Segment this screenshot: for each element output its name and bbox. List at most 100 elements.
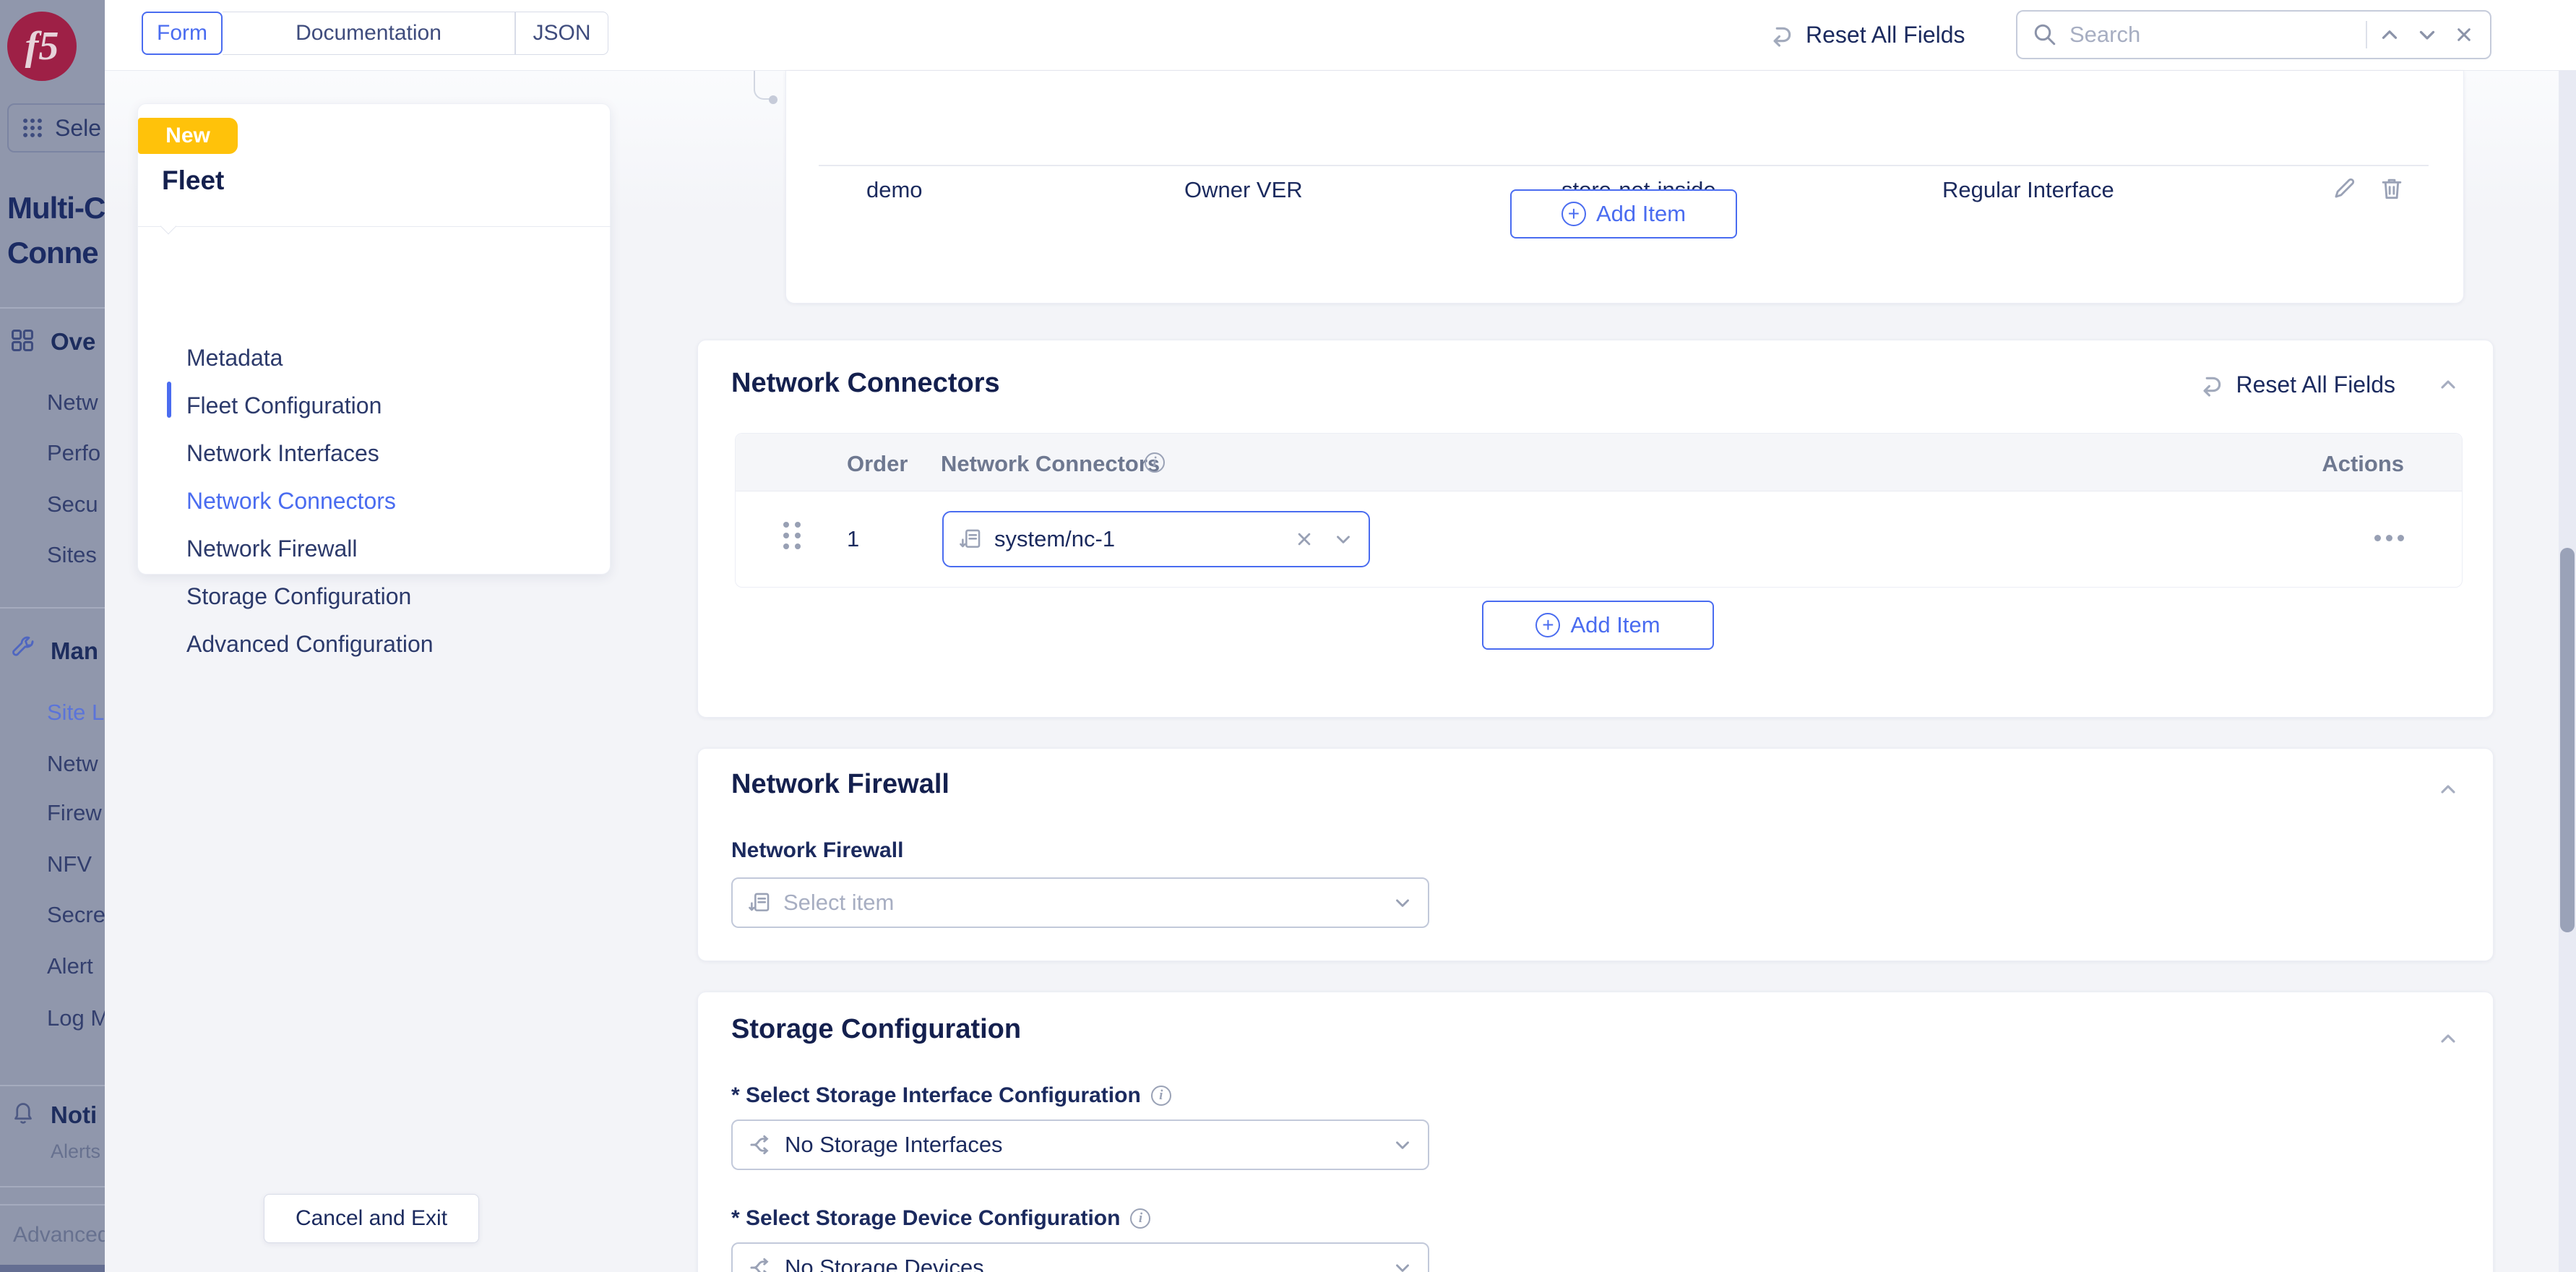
tab-documentation[interactable]: Documentation	[223, 12, 515, 55]
add-item-label: Add Item	[1570, 612, 1660, 637]
sidebar-item-site-list[interactable]: Site L	[47, 700, 104, 726]
column-header-network-connectors: Network Connectors	[941, 451, 1160, 476]
column-header-actions: Actions	[2322, 451, 2404, 476]
clear-icon[interactable]	[1293, 528, 1315, 550]
add-item-button[interactable]: + Add Item	[1510, 189, 1737, 239]
grid-icon	[20, 116, 45, 140]
shuffle-icon	[747, 1132, 773, 1158]
reference-icon	[958, 527, 983, 551]
fleet-nav-storage-configuration[interactable]: Storage Configuration	[186, 583, 411, 610]
storage-device-label-row: * Select Storage Device Configuration i	[731, 1206, 1151, 1231]
tree-connector-dot	[769, 95, 777, 104]
section-reset-label: Reset All Fields	[2236, 371, 2395, 398]
sidebar-item-networking[interactable]: Netw	[47, 390, 98, 416]
notifications-subtitle: Alerts	[51, 1140, 101, 1162]
fleet-nav-advanced-configuration[interactable]: Advanced Configuration	[186, 631, 434, 658]
new-badge: New	[138, 118, 238, 154]
add-item-button[interactable]: + Add Item	[1482, 601, 1714, 650]
fleet-panel-notch	[160, 218, 177, 235]
sidebar-section-overview[interactable]: Ove	[51, 328, 95, 356]
table-row: 1 system/nc-1	[736, 491, 2462, 587]
sidebar-section-notifications[interactable]: Noti	[51, 1101, 97, 1129]
tab-form[interactable]: Form	[142, 12, 223, 55]
chevron-down-icon[interactable]	[1332, 528, 1354, 550]
order-cell: 1	[847, 526, 860, 551]
chevron-down-icon[interactable]	[2415, 22, 2439, 47]
close-icon[interactable]	[2452, 23, 2476, 46]
reset-all-fields-button[interactable]: Reset All Fields	[1767, 21, 1965, 48]
sidebar-divider	[0, 1186, 105, 1187]
sidebar-divider	[0, 1204, 105, 1206]
interface-owner-cell: Owner VER	[1184, 177, 1303, 202]
select-value: No Storage Devices	[785, 1255, 984, 1272]
table-header-row: Order Network Connectors i Actions	[736, 434, 2462, 491]
connectors-table: Order Network Connectors i Actions 1 sys…	[735, 433, 2463, 588]
collapse-icon[interactable]	[2437, 373, 2460, 396]
sidebar-item-sites[interactable]: Sites	[47, 542, 97, 568]
network-firewall-select[interactable]: Select item	[731, 877, 1429, 928]
chevron-down-icon[interactable]	[1392, 892, 1413, 914]
sidebar-item-performance[interactable]: Perfo	[47, 440, 100, 466]
info-icon[interactable]: i	[1130, 1208, 1151, 1229]
collapse-icon[interactable]	[2437, 778, 2460, 801]
drag-handle[interactable]	[783, 522, 801, 549]
f5-logo[interactable]: f5	[7, 12, 77, 81]
sidebar-item-secrets[interactable]: Secre	[47, 902, 105, 928]
sidebar-item-firewall[interactable]: Firew	[47, 800, 102, 826]
storage-configuration-card: Storage Configuration * Select Storage I…	[697, 992, 2494, 1272]
network-connector-select[interactable]: system/nc-1	[942, 511, 1370, 567]
app-screen: f5 Sele Multi-C Conne Ove Netw Perfo Sec…	[0, 0, 2576, 1272]
interface-type-cell: Regular Interface	[1942, 177, 2114, 202]
active-item-bar	[167, 382, 171, 418]
fleet-nav-network-interfaces[interactable]: Network Interfaces	[186, 440, 379, 467]
search-input[interactable]	[2069, 22, 2356, 48]
search-box	[2016, 10, 2491, 59]
wrench-icon	[10, 635, 37, 661]
sidebar-item-nfv[interactable]: NFV	[47, 851, 92, 877]
fleet-nav-fleet-configuration[interactable]: Fleet Configuration	[186, 392, 382, 419]
network-firewall-card: Network Firewall Network Firewall Select…	[697, 748, 2494, 961]
chevron-down-icon[interactable]	[1392, 1134, 1413, 1156]
info-icon[interactable]: i	[1145, 452, 1165, 473]
sidebar-item-log-management[interactable]: Log M	[47, 1005, 105, 1031]
search-divider	[2366, 21, 2367, 48]
undo-icon	[1767, 21, 1794, 48]
field-label: * Select Storage Device Configuration	[731, 1206, 1121, 1230]
column-header-order: Order	[847, 451, 908, 476]
tab-json[interactable]: JSON	[515, 12, 608, 55]
chevron-up-icon[interactable]	[2377, 22, 2402, 47]
sidebar-footer-advanced[interactable]: Advanced	[13, 1223, 105, 1247]
sidebar-item-alerts[interactable]: Alert	[47, 953, 93, 979]
sidebar-divider	[0, 607, 105, 609]
overview-grid-icon	[9, 327, 36, 354]
info-icon[interactable]: i	[1150, 1086, 1171, 1106]
storage-device-select[interactable]: No Storage Devices	[731, 1242, 1429, 1272]
collapse-icon[interactable]	[2437, 1027, 2460, 1050]
storage-interface-select[interactable]: No Storage Interfaces	[731, 1120, 1429, 1170]
section-reset-all-fields[interactable]: Reset All Fields	[2197, 371, 2395, 398]
delete-icon[interactable]	[2378, 175, 2405, 202]
workspace-title-line1: Multi-C	[7, 191, 105, 225]
cancel-and-exit-button[interactable]: Cancel and Exit	[264, 1194, 479, 1243]
fleet-nav-metadata[interactable]: Metadata	[186, 345, 283, 371]
view-tabs: Form Documentation JSON	[142, 12, 608, 55]
field-label: Network Firewall	[731, 838, 904, 862]
sidebar-item-networking-manage[interactable]: Netw	[47, 751, 98, 777]
sidebar-item-security[interactable]: Secu	[47, 491, 98, 517]
fleet-nav-network-firewall[interactable]: Network Firewall	[186, 536, 357, 562]
sidebar-bottom-strip	[0, 1265, 105, 1272]
row-actions-menu[interactable]	[2374, 535, 2404, 541]
select-service-box[interactable]: Sele	[7, 103, 105, 152]
network-interfaces-card: demo Owner VER store-net-inside Regular …	[785, 71, 2464, 304]
plus-icon: +	[1535, 613, 1561, 637]
sidebar-section-manage[interactable]: Man	[51, 637, 98, 665]
interface-name-cell: demo	[866, 177, 923, 202]
fleet-nav-network-connectors[interactable]: Network Connectors	[186, 488, 396, 515]
section-title: Network Connectors	[731, 368, 1000, 398]
fleet-nav-panel: New Fleet Metadata Fleet Configuration N…	[137, 103, 611, 657]
edit-icon[interactable]	[2330, 175, 2358, 202]
network-connectors-card: Network Connectors Reset All Fields Orde…	[697, 340, 2494, 718]
chevron-down-icon[interactable]	[1392, 1257, 1413, 1272]
scrollbar-thumb[interactable]	[2560, 548, 2575, 932]
select-service-label: Sele	[55, 114, 102, 141]
